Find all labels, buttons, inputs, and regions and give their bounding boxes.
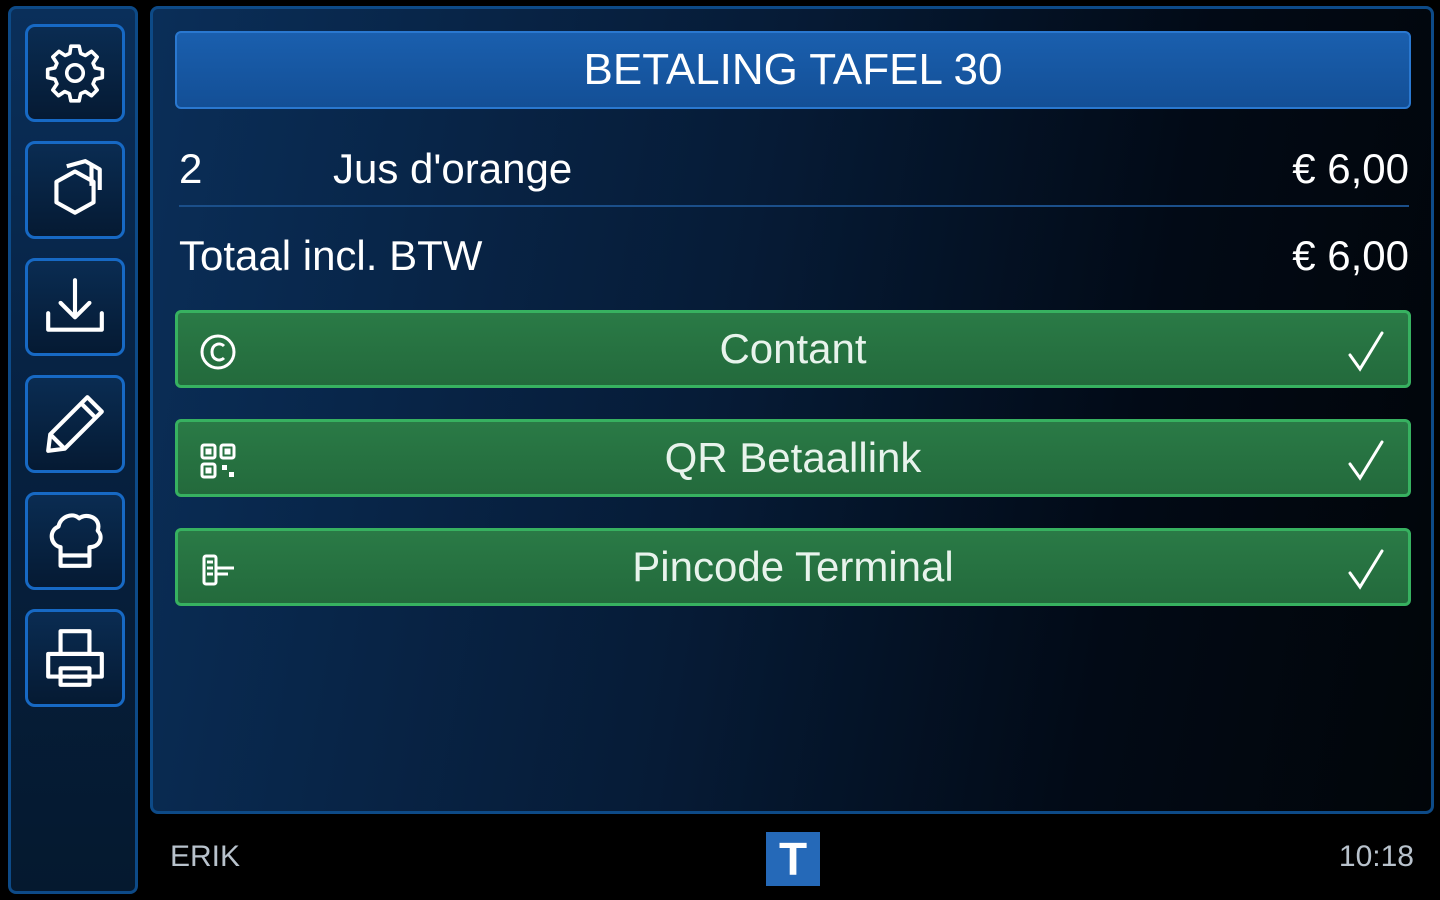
download-button[interactable] [25,258,125,356]
pay-terminal-button[interactable]: Pincode Terminal [175,528,1411,606]
order-line-qty: 2 [179,145,203,192]
pos-screen: BETALING TAFEL 30 2 Jus d'orange € 6,00 … [0,0,1440,900]
app-logo[interactable]: T [766,832,820,886]
page-title: BETALING TAFEL 30 [175,31,1411,109]
cash-icon [200,334,236,370]
print-button[interactable] [25,609,125,707]
order-line[interactable]: 2 Jus d'orange € 6,00 [179,139,1409,199]
check-icon [1348,331,1384,372]
settings-button[interactable] [25,24,125,122]
divider [179,205,1409,207]
check-icon [1348,440,1384,481]
current-user: ERIK [170,840,241,873]
edit-button[interactable] [25,375,125,473]
pay-cash-button[interactable]: Contant [175,310,1411,388]
cube-button[interactable] [25,141,125,239]
kitchen-button[interactable] [25,492,125,590]
clock: 10:18 [1338,840,1414,873]
total-label: Totaal incl. BTW [179,232,483,279]
order-line-price: € 6,00 [1292,145,1409,192]
total-value: € 6,00 [1292,232,1409,279]
pay-terminal-label: Pincode Terminal [632,543,954,590]
check-icon [1348,549,1384,590]
payment-panel: BETALING TAFEL 30 2 Jus d'orange € 6,00 … [150,6,1434,814]
cube-icon [54,159,102,215]
pay-qr-label: QR Betaallink [664,434,922,481]
chef-hat-icon [49,513,103,568]
printer-icon [46,629,104,687]
total-row: Totaal incl. BTW € 6,00 [179,226,1409,286]
pay-qr-button[interactable]: QR Betaallink [175,419,1411,497]
download-icon [46,278,104,332]
pay-cash-label: Contant [719,325,867,372]
sidebar [8,6,138,894]
pencil-icon [46,395,104,453]
order-line-name: Jus d'orange [333,145,573,192]
gear-icon [45,44,105,103]
qr-code-icon [200,443,236,479]
card-terminal-icon [202,554,234,586]
